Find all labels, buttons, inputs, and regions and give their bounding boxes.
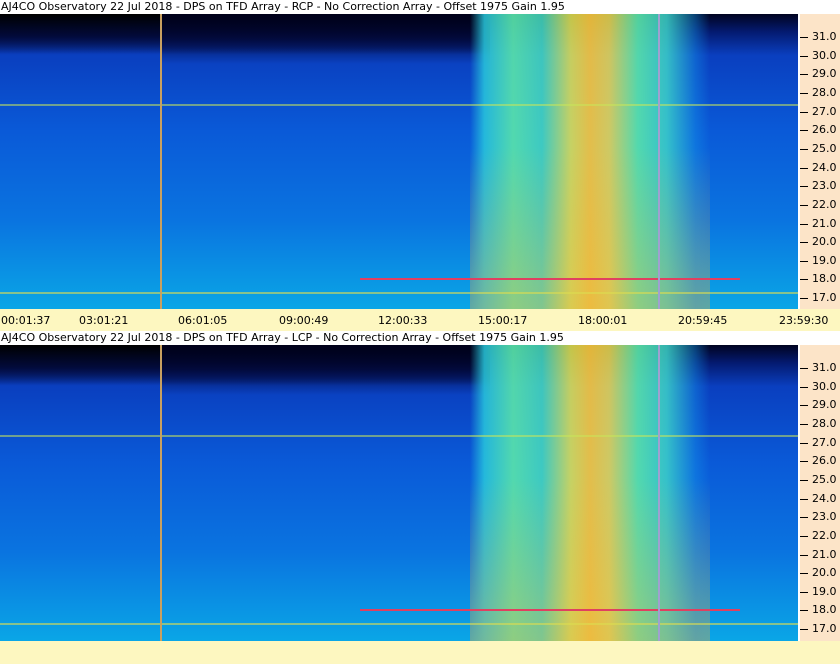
cursor-line-right[interactable] — [658, 345, 660, 641]
frequency-tick-label: 20.0 — [812, 235, 837, 249]
frequency-tick-label: 27.0 — [812, 104, 837, 118]
frequency-tick — [800, 204, 808, 206]
frequency-tick-label: 30.0 — [812, 379, 837, 393]
frequency-tick — [800, 186, 808, 188]
rcp-panel: AJ4CO Observatory 22 Jul 2018 - DPS on T… — [0, 0, 840, 309]
time-axis-bar: 00:01:37 03:01:21 06:01:05 09:00:49 12:00:33… — [0, 309, 840, 331]
night-darkening-secondary — [160, 14, 490, 64]
interference-line — [360, 278, 740, 280]
frequency-tick — [800, 130, 808, 132]
time-tick-label: 12:00:33 — [378, 314, 428, 327]
cursor-line-right[interactable] — [658, 14, 660, 309]
daytime-emission-region — [470, 14, 710, 309]
time-tick-label: 00:01:37 — [1, 314, 51, 327]
frequency-tick-label: 24.0 — [812, 160, 837, 174]
frequency-tick-label: 24.0 — [812, 491, 837, 505]
frequency-tick-label: 31.0 — [812, 361, 837, 374]
frequency-tick-label: 18.0 — [812, 272, 837, 286]
frequency-tick — [800, 554, 808, 556]
frequency-tick — [800, 442, 808, 444]
band-27mhz-line — [0, 104, 798, 106]
time-tick-label: 03:01:21 — [79, 314, 129, 327]
time-tick-label: 09:00:49 — [279, 314, 329, 327]
frequency-tick — [800, 74, 808, 76]
frequency-tick — [800, 223, 808, 225]
frequency-tick-label: 19.0 — [812, 253, 837, 267]
time-tick-label: 06:01:05 — [178, 314, 228, 327]
daytime-emission-region — [470, 345, 710, 641]
time-tick-label: 20:59:45 — [678, 314, 728, 327]
frequency-tick-label: 29.0 — [812, 67, 837, 81]
frequency-tick — [800, 461, 808, 463]
frequency-tick — [800, 92, 808, 94]
frequency-tick-label: 25.0 — [812, 141, 837, 155]
frequency-tick-label: 28.0 — [812, 416, 837, 430]
lcp-panel-title: AJ4CO Observatory 22 Jul 2018 - DPS on T… — [1, 331, 564, 344]
rcp-spectrogram[interactable] — [0, 14, 798, 309]
frequency-tick-label: 31.0 — [812, 30, 837, 43]
cursor-line-left[interactable] — [160, 345, 162, 641]
frequency-tick-label: 18.0 — [812, 603, 837, 617]
frequency-tick-label: 22.0 — [812, 197, 837, 211]
frequency-tick-label: 22.0 — [812, 528, 837, 542]
frequency-tick-label: 21.0 — [812, 547, 837, 561]
frequency-tick — [800, 111, 808, 113]
frequency-tick-label: 25.0 — [812, 472, 837, 486]
frequency-tick-label: 29.0 — [812, 398, 837, 412]
frequency-tick-label: 23.0 — [812, 179, 837, 193]
frequency-tick-label: 17.0 — [812, 291, 837, 305]
frequency-tick-label: 23.0 — [812, 510, 837, 524]
frequency-tick-label: 21.0 — [812, 216, 837, 230]
frequency-tick-label: 20.0 — [812, 566, 837, 580]
rcp-frequency-axis: 31.0 30.0 29.0 28.0 27.0 26.0 25.0 24.0 23.0 22.0… — [800, 14, 840, 309]
frequency-tick — [800, 517, 808, 519]
frequency-tick — [800, 167, 808, 169]
cursor-line-left[interactable] — [160, 14, 162, 309]
frequency-tick-label: 19.0 — [812, 584, 837, 598]
time-tick-label: 18:00:01 — [578, 314, 628, 327]
frequency-tick — [800, 279, 808, 281]
daytime-emission-low-band — [470, 478, 710, 641]
frequency-tick — [800, 37, 808, 38]
frequency-tick — [800, 610, 808, 612]
lcp-panel: AJ4CO Observatory 22 Jul 2018 - DPS on T… — [0, 331, 840, 641]
frequency-tick-label: 30.0 — [812, 48, 837, 62]
frequency-tick — [800, 368, 808, 369]
frequency-tick — [800, 55, 808, 57]
frequency-tick — [800, 629, 808, 631]
bottom-status-strip — [0, 641, 840, 664]
frequency-tick — [800, 535, 808, 537]
frequency-tick-label: 28.0 — [812, 85, 837, 99]
time-tick-label: 23:59:30 — [779, 314, 829, 327]
band-17mhz-line — [0, 623, 798, 625]
lcp-spectrogram[interactable] — [0, 345, 798, 641]
frequency-tick — [800, 479, 808, 481]
frequency-tick — [800, 148, 808, 150]
frequency-tick — [800, 405, 808, 407]
interference-line — [360, 609, 740, 611]
frequency-tick — [800, 423, 808, 425]
frequency-tick — [800, 242, 808, 244]
frequency-tick-label: 17.0 — [812, 622, 837, 636]
rcp-panel-title: AJ4CO Observatory 22 Jul 2018 - DPS on T… — [1, 0, 565, 13]
frequency-tick — [800, 573, 808, 575]
frequency-tick-label: 26.0 — [812, 454, 837, 468]
lcp-frequency-axis: 31.0 30.0 29.0 28.0 27.0 26.0 25.0 24.0 23.0 22.0… — [800, 345, 840, 641]
band-27mhz-line — [0, 435, 798, 437]
frequency-tick — [800, 591, 808, 593]
frequency-tick-label: 26.0 — [812, 123, 837, 137]
frequency-tick — [800, 386, 808, 388]
band-17mhz-line — [0, 292, 798, 294]
time-tick-label: 15:00:17 — [478, 314, 528, 327]
frequency-tick — [800, 298, 808, 300]
night-darkening-secondary — [160, 345, 490, 395]
frequency-tick-label: 27.0 — [812, 435, 837, 449]
frequency-tick — [800, 498, 808, 500]
daytime-emission-low-band — [470, 146, 710, 309]
frequency-tick — [800, 260, 808, 262]
